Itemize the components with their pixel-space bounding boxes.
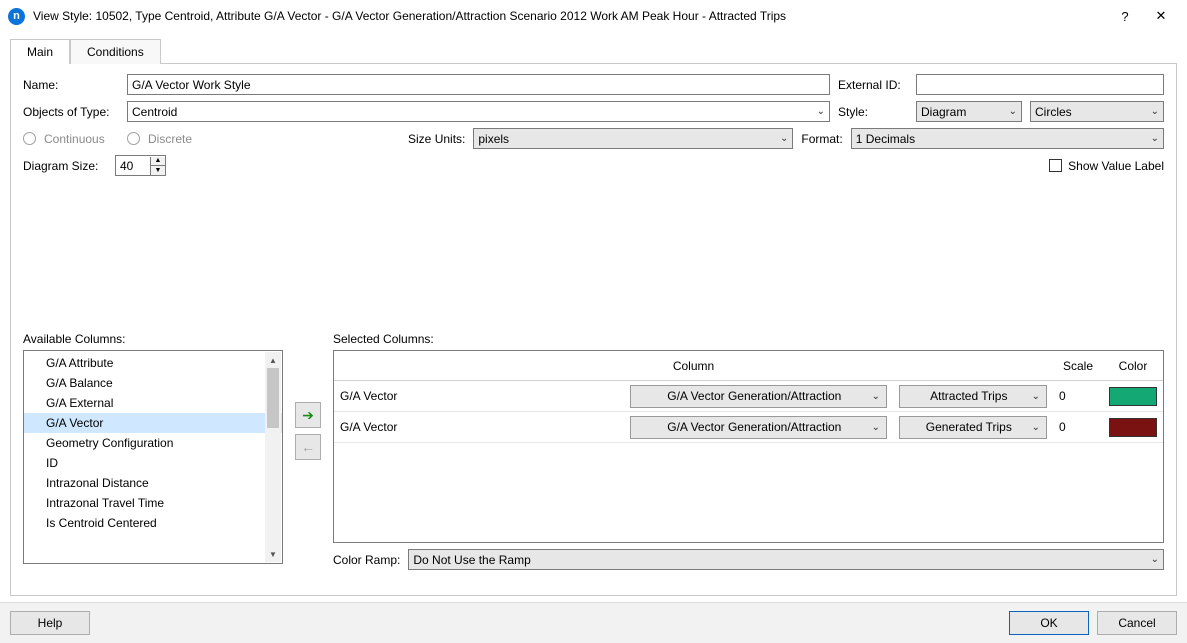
remove-column-button: ←: [295, 434, 321, 460]
spinner-down-icon[interactable]: ▼: [151, 166, 165, 175]
radio-icon: [23, 132, 36, 145]
scale-header: Scale: [1053, 359, 1103, 373]
close-icon[interactable]: ✕: [1143, 2, 1179, 30]
size-units-value: pixels: [478, 132, 509, 146]
scroll-thumb[interactable]: [267, 368, 279, 428]
help-button[interactable]: Help: [10, 611, 90, 635]
chevron-down-icon: ⌄: [1009, 106, 1017, 117]
row-color-swatch[interactable]: [1109, 387, 1157, 406]
chevron-down-icon: ⌄: [1151, 133, 1159, 144]
chevron-down-icon: ⌄: [1151, 106, 1159, 117]
content: Main Conditions Name: External ID: Objec…: [0, 32, 1187, 602]
external-id-label: External ID:: [838, 78, 908, 92]
cancel-button[interactable]: Cancel: [1097, 611, 1177, 635]
tab-body-main: Name: External ID: Objects of Type: Cent…: [10, 64, 1177, 596]
list-item[interactable]: G/A Balance: [24, 373, 282, 393]
scroll-up-icon[interactable]: ▲: [265, 352, 281, 368]
diagram-size-stepper[interactable]: ▲ ▼: [115, 155, 166, 176]
tab-main[interactable]: Main: [10, 39, 70, 64]
chevron-down-icon: ⌄: [780, 133, 788, 144]
list-item[interactable]: Is Centroid Centered: [24, 513, 282, 533]
row-column-combo[interactable]: G/A Vector Generation/Attraction⌄: [630, 385, 887, 408]
title-bar: n View Style: 10502, Type Centroid, Attr…: [0, 0, 1187, 32]
chevron-down-icon: ⌄: [1151, 554, 1159, 565]
table-row: G/A Vector G/A Vector Generation/Attracti…: [334, 412, 1163, 443]
add-column-button[interactable]: ➔: [295, 402, 321, 428]
format-label: Format:: [801, 132, 842, 146]
tab-strip: Main Conditions: [10, 38, 1177, 64]
selected-columns-label: Selected Columns:: [333, 332, 1164, 346]
row-name: G/A Vector: [334, 420, 624, 434]
diagram-size-label: Diagram Size:: [23, 159, 107, 173]
list-item[interactable]: Intrazonal Distance: [24, 473, 282, 493]
style-shape-combo[interactable]: Circles ⌄: [1030, 101, 1164, 122]
row-color-swatch[interactable]: [1109, 418, 1157, 437]
show-value-label-checkbox[interactable]: Show Value Label: [1049, 159, 1164, 173]
format-combo[interactable]: 1 Decimals ⌄: [851, 128, 1164, 149]
discrete-radio: Discrete: [127, 132, 192, 146]
available-columns-list[interactable]: G/A AttributeG/A BalanceG/A ExternalG/A …: [23, 350, 283, 564]
format-value: 1 Decimals: [856, 132, 915, 146]
style-label: Style:: [838, 105, 908, 119]
name-label: Name:: [23, 78, 119, 92]
list-item[interactable]: Intrazonal Travel Time: [24, 493, 282, 513]
window-title: View Style: 10502, Type Centroid, Attrib…: [33, 9, 1107, 23]
color-ramp-value: Do Not Use the Ramp: [413, 553, 530, 567]
selected-columns-grid: Column Scale Color G/A Vector G/A Vector …: [333, 350, 1164, 543]
row-sub-combo[interactable]: Attracted Trips⌄: [899, 385, 1047, 408]
size-units-label: Size Units:: [408, 132, 465, 146]
list-item[interactable]: Geometry Configuration: [24, 433, 282, 453]
scroll-down-icon[interactable]: ▼: [265, 546, 281, 562]
tab-conditions[interactable]: Conditions: [70, 39, 161, 64]
diagram-size-input[interactable]: [116, 156, 150, 175]
available-columns-label: Available Columns:: [23, 332, 283, 346]
column-header: Column: [334, 359, 1053, 373]
size-units-combo[interactable]: pixels ⌄: [473, 128, 793, 149]
name-input[interactable]: [127, 74, 830, 95]
dialog-window: n View Style: 10502, Type Centroid, Attr…: [0, 0, 1187, 643]
list-item[interactable]: G/A Vector: [24, 413, 282, 433]
color-ramp-label: Color Ramp:: [333, 553, 400, 567]
help-icon[interactable]: ?: [1107, 2, 1143, 30]
chevron-down-icon: ⌄: [817, 106, 825, 117]
objects-of-type-value: Centroid: [132, 105, 177, 119]
style-type-combo[interactable]: Diagram ⌄: [916, 101, 1022, 122]
color-header: Color: [1103, 359, 1163, 373]
row-column-combo[interactable]: G/A Vector Generation/Attraction⌄: [630, 416, 887, 439]
objects-of-type-combo[interactable]: Centroid ⌄: [127, 101, 830, 122]
list-item[interactable]: G/A Attribute: [24, 353, 282, 373]
external-id-input[interactable]: [916, 74, 1164, 95]
app-icon: n: [8, 8, 25, 25]
checkbox-icon: [1049, 159, 1062, 172]
style-shape-value: Circles: [1035, 105, 1072, 119]
table-row: G/A Vector G/A Vector Generation/Attracti…: [334, 381, 1163, 412]
scrollbar[interactable]: ▲ ▼: [265, 352, 281, 562]
row-name: G/A Vector: [334, 389, 624, 403]
color-ramp-combo[interactable]: Do Not Use the Ramp ⌄: [408, 549, 1164, 570]
list-item[interactable]: G/A External: [24, 393, 282, 413]
continuous-radio: Continuous: [23, 132, 119, 146]
radio-icon: [127, 132, 140, 145]
spinner-up-icon[interactable]: ▲: [151, 157, 165, 166]
ok-button[interactable]: OK: [1009, 611, 1089, 635]
row-scale[interactable]: 0: [1053, 420, 1103, 434]
objects-of-type-label: Objects of Type:: [23, 105, 119, 119]
style-type-value: Diagram: [921, 105, 966, 119]
list-item[interactable]: ID: [24, 453, 282, 473]
button-bar: Help OK Cancel: [0, 602, 1187, 643]
row-sub-combo[interactable]: Generated Trips⌄: [899, 416, 1047, 439]
row-scale[interactable]: 0: [1053, 389, 1103, 403]
